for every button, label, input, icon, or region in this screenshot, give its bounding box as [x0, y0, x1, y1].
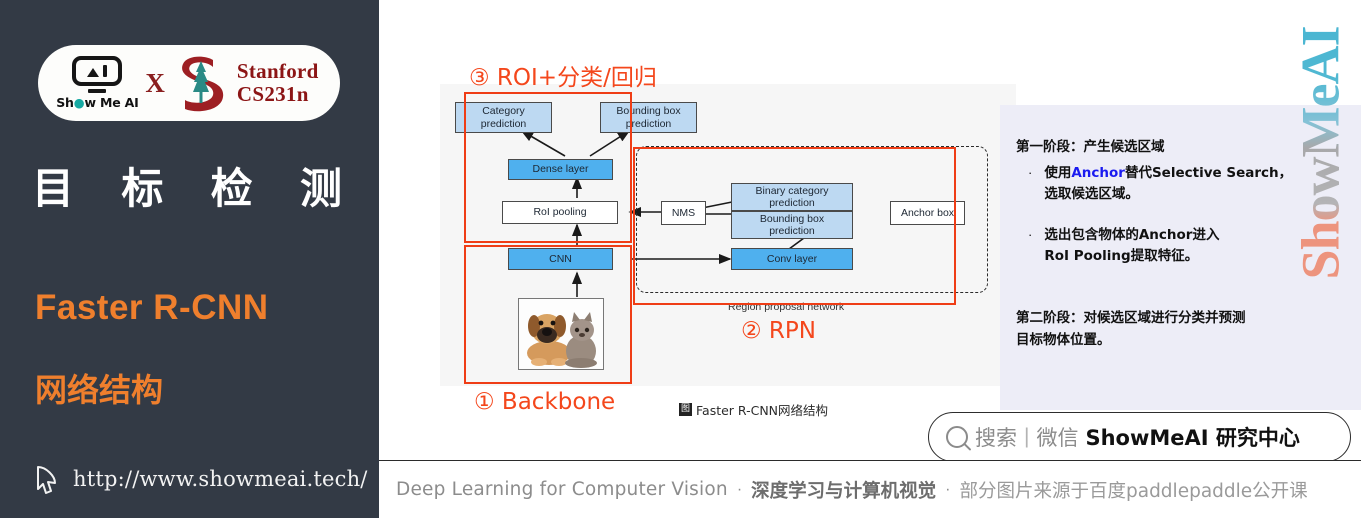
- partner-line-2: CS231n: [236, 82, 309, 106]
- notes-stage2: 第二阶段：对候选区域进行分类并预测 目标物体位置。: [1016, 308, 1351, 352]
- topic-heading: 目 标 检 测: [32, 155, 342, 216]
- footer-bar: Deep Learning for Computer Vision · 深度学习…: [379, 460, 1361, 518]
- notes-stage2-line2: 目标物体位置。: [1016, 331, 1111, 348]
- brand-wordmark: Sh●w Me AI: [56, 95, 139, 110]
- bullet-marker: ·: [1028, 226, 1033, 242]
- bullet-text-post: 替代Selective Search，: [1124, 165, 1293, 181]
- brand-badge: Sh●w Me AI X Stanford CS231n: [38, 45, 340, 121]
- stanford-s-tree-icon: [181, 56, 224, 112]
- annotation-box-roi: [464, 92, 632, 243]
- topic-char-1: 标: [121, 164, 164, 213]
- figure-badge-icon: 图: [679, 403, 692, 416]
- robot-face-icon: [72, 56, 123, 86]
- partner-line-1: Stanford: [236, 59, 319, 84]
- bar-icon: [103, 65, 108, 77]
- notes-bullet-list: · 使用Anchor替代Selective Search， 选取候选区域。 · …: [1028, 163, 1328, 286]
- annotation-label-rpn: ② RPN: [741, 318, 816, 344]
- bullet-text-pre: 选出包含物体的Anchor进入: [1044, 226, 1220, 243]
- bullet-text-line2: RoI Pooling提取特征。: [1044, 247, 1199, 264]
- bullet-marker: ·: [1028, 165, 1033, 180]
- topic-char-0: 目: [32, 164, 75, 213]
- footer-title-chinese: 深度学习与计算机视觉: [751, 480, 937, 502]
- topic-char-2: 检: [210, 164, 253, 213]
- footer-separator-2: ·: [945, 480, 951, 498]
- notes-stage1-heading: 第一阶段：产生候选区域: [1016, 139, 1165, 155]
- annotation-box-rpn: [633, 147, 956, 305]
- wechat-search-bar[interactable]: 搜索 | 微信 ShowMeAI 研究中心: [928, 412, 1351, 462]
- notes-stage2-line1: 第二阶段：对候选区域进行分类并预测: [1016, 310, 1246, 326]
- caret-icon: [87, 67, 100, 77]
- search-channel: 微信: [1036, 426, 1079, 450]
- search-icon: [946, 426, 968, 448]
- bullet-text-pre: 使用: [1044, 165, 1072, 181]
- search-account-name: ShowMeAI 研究中心: [1085, 426, 1300, 450]
- search-divider: |: [1024, 425, 1030, 448]
- site-url-text: http://www.showmeai.tech/: [73, 467, 368, 491]
- figure-caption: 图 Faster R-CNN网络结构: [679, 400, 828, 419]
- footer-title-english: Deep Learning for Computer Vision: [396, 479, 728, 500]
- page-title-chinese: 网络结构: [35, 371, 164, 409]
- bullet-text: 选出包含物体的Anchor进入 RoI Pooling提取特征。: [1044, 225, 1219, 268]
- footer-separator-1: ·: [736, 480, 743, 498]
- page-title-english: Faster R-CNN: [35, 288, 269, 327]
- main-content: Category prediction Bounding box predictio…: [379, 0, 1361, 518]
- annotation-box-backbone: [464, 245, 632, 384]
- search-placeholder: 搜索: [975, 426, 1017, 450]
- bullet-text: 使用Anchor替代Selective Search， 选取候选区域。: [1044, 163, 1292, 206]
- footer-source-note: 部分图片来源于百度paddlepaddle公开课: [959, 480, 1308, 502]
- site-url-row[interactable]: http://www.showmeai.tech/: [34, 464, 368, 494]
- cursor-icon: [37, 466, 56, 494]
- list-item: · 选出包含物体的Anchor进入 RoI Pooling提取特征。: [1028, 225, 1328, 268]
- topic-char-3: 测: [299, 164, 342, 213]
- slide-root: Sh●w Me AI X Stanford CS231n 目 标 检 测 Fas…: [0, 0, 1361, 518]
- partner-name: Stanford CS231n: [237, 60, 319, 105]
- annotation-label-backbone: ① Backbone: [474, 389, 616, 415]
- bullet-text-line2: 选取候选区域。: [1044, 186, 1139, 203]
- bullet-text-highlight: Anchor: [1071, 165, 1125, 181]
- annotation-label-roi: ③ ROI+分类/回归: [469, 65, 657, 91]
- notes-panel: 第一阶段：产生候选区域 · 使用Anchor替代Selective Search…: [1000, 105, 1361, 410]
- list-item: · 使用Anchor替代Selective Search， 选取候选区域。: [1028, 163, 1328, 206]
- logo-stand: [88, 89, 107, 93]
- cross-symbol: X: [145, 67, 165, 98]
- stanford-logo-icon: [175, 54, 227, 112]
- figure-caption-text: Faster R-CNN网络结构: [696, 403, 829, 418]
- left-sidebar: Sh●w Me AI X Stanford CS231n 目 标 检 测 Fas…: [0, 0, 379, 518]
- showmeai-logo: Sh●w Me AI: [56, 56, 139, 110]
